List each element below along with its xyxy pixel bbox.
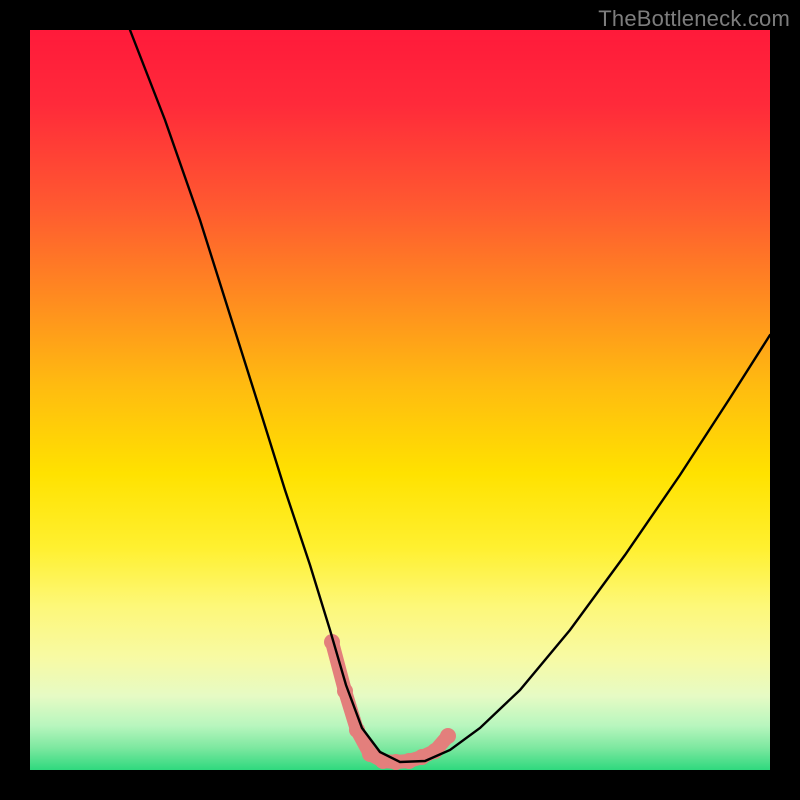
bottleneck-curve	[130, 30, 770, 762]
curve-layer	[30, 30, 770, 770]
gradient-plot-area	[30, 30, 770, 770]
highlight-band	[324, 634, 456, 770]
highlight-stroke	[332, 642, 448, 762]
chart-frame: TheBottleneck.com	[0, 0, 800, 800]
watermark-text: TheBottleneck.com	[598, 6, 790, 32]
highlight-dot	[440, 728, 456, 744]
